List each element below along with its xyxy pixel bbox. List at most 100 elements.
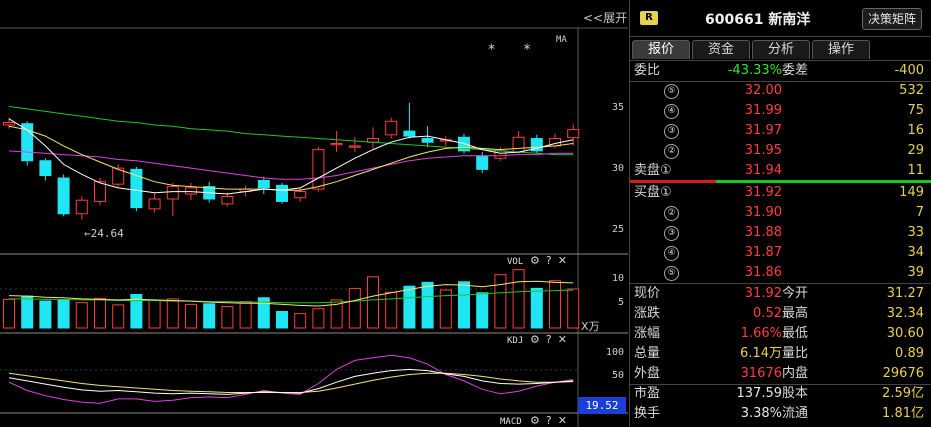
buy-price: 31.87 (744, 245, 782, 260)
kdj-line-j (8, 354, 574, 404)
volume-bar-down (57, 299, 70, 329)
volume-bar-down (39, 300, 52, 329)
kline-chart-area[interactable]: <<展开 MA * * ←24.64 35 30 25 VOL ⚙ ? ✕ 10… (0, 0, 628, 427)
stat-label: 涨跌 (634, 306, 661, 321)
tab-operation[interactable]: 操作 (812, 40, 870, 59)
sell-level-row[interactable]: ② 31.95 29 (630, 141, 931, 161)
buy-volume: 7 (915, 205, 924, 220)
buy-level-row[interactable]: 买盘① 31.92 149 (630, 183, 931, 203)
candle-body-down (257, 179, 270, 189)
buy-volume: 39 (907, 265, 924, 280)
buy-level-icon: ③ (664, 226, 679, 241)
volume-bar-up (94, 297, 106, 329)
volume-bar-down (403, 285, 416, 329)
help-icon[interactable]: ? (546, 254, 552, 267)
close-icon[interactable]: ✕ (558, 333, 567, 346)
event-markers[interactable]: * * (488, 42, 542, 58)
help-icon[interactable]: ? (546, 333, 552, 346)
stock-title: 600661 新南洋 (705, 9, 810, 29)
volume-bar-up (3, 298, 15, 329)
buy-level-icon: ② (664, 206, 679, 221)
stat-label: 现价 (634, 286, 661, 301)
vol-unit: X万 (581, 320, 600, 333)
buy-volume: 33 (907, 225, 924, 240)
r-badge: R (640, 11, 658, 25)
buy-price: 31.92 (744, 185, 782, 200)
volume-bar-up (112, 304, 125, 329)
stat-value: 31.27 (886, 286, 924, 301)
help-icon[interactable]: ? (546, 414, 552, 427)
kdj-tick: 50 (611, 370, 624, 381)
weibi-label: 委比 (634, 63, 661, 78)
kdj-line-d (8, 372, 574, 393)
buy-level-row[interactable]: ③ 31.88 33 (630, 223, 931, 243)
candle-body-up (567, 129, 580, 139)
sell-level-row[interactable]: 卖盘① 31.94 11 (630, 161, 931, 181)
candle-body-down (476, 155, 489, 170)
stock-name: 新南洋 (768, 12, 811, 28)
candle-body-up (185, 187, 197, 195)
decision-matrix-button[interactable]: 决策矩阵 (862, 8, 922, 30)
sell-level-row[interactable]: ③ 31.97 16 (630, 121, 931, 141)
sell-volume: 75 (907, 103, 924, 118)
buy-level-label: 买盘① (634, 185, 672, 200)
vol-label: VOL (507, 257, 524, 267)
buy-level-row[interactable]: ② 31.90 7 (630, 203, 931, 223)
stat-label: 最高 (782, 306, 809, 321)
buy-level-row[interactable]: ⑤ 31.86 39 (630, 263, 931, 283)
stat-value: 31.92 (744, 286, 782, 301)
candle-body-up (494, 150, 507, 159)
kline-chart-svg[interactable] (0, 0, 628, 427)
buy-price: 31.88 (744, 225, 782, 240)
buy-volume: 34 (907, 245, 924, 260)
volume-bar-up (494, 274, 507, 329)
stat-label: 内盘 (782, 366, 809, 381)
sell-level-icon: ④ (664, 104, 679, 119)
tab-analysis[interactable]: 分析 (752, 40, 810, 59)
sell-level-row[interactable]: ⑤ 32.00 532 (630, 81, 931, 101)
candle-body-down (276, 184, 288, 202)
buy-price: 31.86 (744, 265, 782, 280)
weibi-row: 委比 -43.33% 委差 -400 (630, 61, 931, 81)
buy-price: 31.90 (744, 205, 782, 220)
stat-label: 量比 (782, 346, 809, 361)
close-icon[interactable]: ✕ (558, 254, 567, 267)
volume-bar-down (21, 295, 34, 329)
gear-icon[interactable]: ⚙ (530, 414, 540, 427)
close-icon[interactable]: ✕ (558, 414, 567, 427)
sell-volume: 16 (907, 123, 924, 138)
buy-level-row[interactable]: ④ 31.87 34 (630, 243, 931, 263)
volume-bar-up (567, 288, 580, 329)
sell-volume: 29 (907, 143, 924, 158)
stat-label: 换手 (634, 406, 661, 421)
sell-level-row[interactable]: ④ 31.99 75 (630, 101, 931, 121)
volume-bar-up (549, 280, 561, 329)
macd-label: MACD (500, 417, 522, 427)
stat-label: 市盈 (634, 386, 661, 401)
stat-value: 6.14万 (740, 346, 782, 361)
candle-body-up (3, 122, 15, 126)
stat-value: 2.59亿 (882, 386, 924, 401)
gear-icon[interactable]: ⚙ (530, 333, 540, 346)
volume-bar-up (239, 301, 252, 329)
expand-button[interactable]: <<展开 (583, 9, 627, 26)
candle-body-up (312, 149, 325, 190)
kdj-tick: 100 (605, 347, 624, 358)
buy-level-icon: ⑤ (664, 266, 679, 281)
sell-price: 31.97 (744, 123, 782, 138)
stat-value: 137.59 (736, 386, 783, 401)
vol-ma-line-green (9, 289, 574, 304)
stat-row: 市盈 137.59 股本 2.59亿 (630, 384, 931, 404)
volume-bar-up (348, 287, 361, 329)
tab-quote[interactable]: 报价 (632, 40, 690, 59)
sell-level-icon: ⑤ (664, 84, 679, 99)
weicha-label: 委差 (782, 63, 809, 78)
gear-icon[interactable]: ⚙ (530, 254, 540, 267)
volume-bar-down (203, 303, 216, 329)
sell-level-icon: ② (664, 144, 679, 159)
tab-funds[interactable]: 资金 (692, 40, 750, 59)
ma-line-yellow (8, 125, 574, 191)
volume-bar-down (458, 281, 470, 329)
candle-body-up (148, 198, 161, 210)
volume-bar-up (75, 302, 88, 329)
